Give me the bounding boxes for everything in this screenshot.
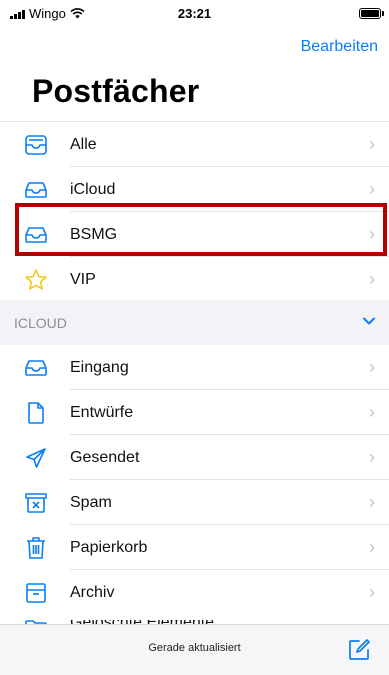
chevron-right-icon: › (369, 134, 375, 154)
mailbox-label: Papierkorb (70, 538, 148, 556)
archive-box-icon (24, 581, 48, 605)
mailbox-item-papierkorb[interactable]: Papierkorb › (0, 525, 389, 570)
mailbox-item-gesendet[interactable]: Gesendet › (0, 435, 389, 480)
mailbox-list: Alle › iCloud › BSMG › VIP › (0, 122, 389, 302)
chevron-right-icon: › (369, 179, 375, 199)
chevron-right-icon: › (369, 447, 375, 467)
document-icon (24, 401, 48, 425)
mailbox-label: iCloud (70, 180, 116, 198)
chevron-right-icon: › (369, 492, 375, 512)
compose-icon[interactable] (347, 638, 371, 662)
icloud-mailbox-list: Eingang › Entwürfe › Gesendet › Spam › P… (0, 345, 389, 615)
chevron-right-icon: › (369, 537, 375, 557)
mailbox-label: Entwürfe (70, 403, 134, 421)
mailbox-label: Alle (70, 135, 97, 153)
chevron-right-icon: › (369, 269, 375, 289)
inbox-tray-icon (24, 356, 48, 380)
mailbox-item-alle[interactable]: Alle › (0, 122, 389, 167)
mailbox-item-bsmg[interactable]: BSMG › (0, 212, 389, 257)
chevron-down-icon[interactable] (362, 314, 376, 333)
edit-button[interactable]: Bearbeiten (301, 38, 378, 56)
mailbox-label: Eingang (70, 358, 129, 376)
section-header-icloud[interactable]: ICLOUD (0, 300, 389, 345)
inbox-tray-icon (24, 223, 48, 247)
star-icon (24, 268, 48, 292)
chevron-right-icon: › (369, 224, 375, 244)
battery-icon (359, 8, 381, 19)
update-status: Gerade aktualisiert (148, 642, 241, 654)
mailbox-label: Gesendet (70, 448, 140, 466)
mailbox-label: Archiv (70, 583, 115, 601)
status-bar: Wingo 23:21 (0, 0, 389, 28)
chevron-right-icon: › (369, 582, 375, 602)
mailbox-item-entwuerfe[interactable]: Entwürfe › (0, 390, 389, 435)
mailbox-item-archiv[interactable]: Archiv › (0, 570, 389, 615)
mailbox-label: BSMG (70, 225, 118, 243)
paper-plane-icon (24, 446, 48, 470)
mailbox-label: Spam (70, 493, 112, 511)
clock: 23:21 (177, 6, 212, 21)
chevron-right-icon: › (369, 402, 375, 422)
mailbox-item-eingang[interactable]: Eingang › (0, 345, 389, 390)
battery-tip (382, 11, 384, 16)
mailbox-item-icloud[interactable]: iCloud › (0, 167, 389, 212)
all-inboxes-icon (24, 133, 48, 157)
section-header-label: ICLOUD (14, 315, 67, 331)
chevron-right-icon: › (369, 357, 375, 377)
inbox-tray-icon (24, 178, 48, 202)
page-title: Postfächer (32, 73, 200, 109)
mailbox-label: VIP (70, 270, 96, 288)
junk-box-icon (24, 491, 48, 515)
mailbox-item-spam[interactable]: Spam › (0, 480, 389, 525)
mailbox-item-vip[interactable]: VIP › (0, 257, 389, 302)
bottom-toolbar: Gerade aktualisiert (0, 624, 389, 675)
trash-icon (24, 536, 48, 560)
